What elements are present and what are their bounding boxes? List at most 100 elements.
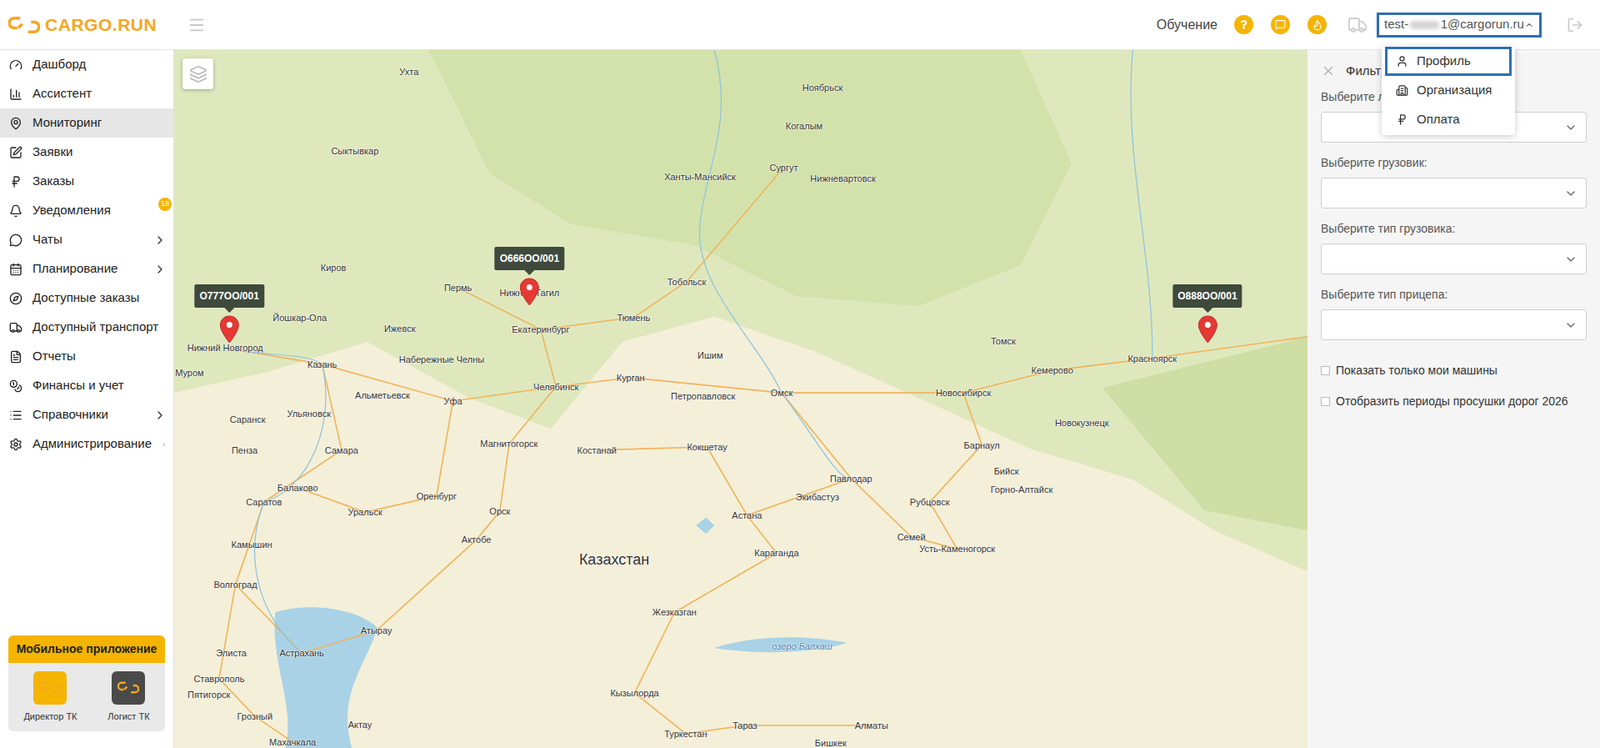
filter-select[interactable] (1320, 243, 1587, 275)
app-icon (33, 670, 67, 705)
plate-pointer (224, 307, 235, 313)
logo-text: CARGO.RUN (45, 11, 157, 39)
user-menu-item[interactable]: Оплата (1385, 105, 1512, 135)
map-label: Нижневартовск (810, 171, 875, 186)
user-menu-item[interactable]: Организация (1385, 75, 1512, 105)
sidebar-item[interactable]: Ассистент (0, 79, 174, 109)
sidebar-item[interactable]: Доступные заказы (0, 283, 174, 313)
logo-icon (8, 15, 40, 35)
mobile-app-card: Мобильное приложение Директор ТК Логист ТК (8, 635, 165, 732)
vehicle-plate: О777ОО/001 (194, 284, 264, 308)
sidebar-item[interactable]: Уведомления18 (0, 195, 174, 225)
chevron-down-icon (1564, 186, 1578, 200)
plate-pointer (524, 270, 535, 275)
map-label: Костанай (577, 442, 617, 457)
email-redacted (1410, 20, 1439, 30)
chat-button[interactable] (1270, 15, 1290, 35)
user-email-end: 1@cargorun.ru (1440, 15, 1525, 35)
map-label: Пенза (231, 442, 258, 457)
filter-checkbox[interactable]: Отобразить периоды просушки дорог 2026 (1320, 392, 1587, 410)
sidebar-item[interactable]: Планирование (0, 254, 174, 284)
checkbox-box (1320, 365, 1330, 375)
vehicle-marker[interactable]: О666ОО/001 (495, 246, 565, 306)
map-label: Ханты-Мансийск (664, 169, 736, 184)
sidebar-item[interactable]: Доступный транспорт (0, 312, 174, 342)
sidebar-item[interactable]: Мониторинг (0, 108, 174, 138)
map-label: Тюмень (616, 310, 650, 325)
mobile-app-title: Мобильное приложение (8, 635, 165, 663)
truck-icon[interactable] (1346, 15, 1369, 35)
map-label: Алматы (855, 718, 889, 733)
vehicle-marker[interactable]: О777ОО/001 (194, 284, 264, 344)
sidebar-item-icon (9, 204, 23, 218)
mobile-app[interactable]: Логист ТК (107, 670, 150, 724)
user-menu-item[interactable]: Профиль (1385, 46, 1512, 76)
map-label: Астана (731, 508, 762, 523)
help-button[interactable] (1234, 15, 1254, 35)
map-label: Саранск (230, 412, 266, 427)
sidebar-item-icon (9, 145, 23, 160)
filter-label: Выберите тип прицепа: (1320, 285, 1587, 304)
chevron-right-icon (161, 437, 167, 451)
map-label: Уфа (443, 394, 462, 409)
map-label: Муром (175, 365, 204, 380)
map-label: Оренбург (416, 489, 457, 504)
map-label: Ульяновск (286, 405, 331, 420)
chevron-down-icon (1564, 318, 1578, 332)
sidebar-item-icon (9, 291, 23, 305)
menu-item-icon (1395, 113, 1409, 126)
map-label: Горно-Алтайск (990, 482, 1054, 497)
sidebar-item[interactable]: Чаты (0, 225, 174, 255)
sidebar-item-icon (9, 233, 23, 247)
sidebar-item[interactable]: Дашборд (0, 50, 174, 80)
sidebar-item[interactable]: Справочники (0, 400, 174, 430)
mobile-app[interactable]: Директор ТК (23, 670, 77, 724)
map-label: Петропавловск (670, 389, 735, 404)
map-label: Барнаул (964, 437, 1000, 452)
map-label: Нижний Новгород (187, 340, 264, 355)
map-label: Набережные Челны (399, 352, 485, 367)
news-button[interactable] (1307, 15, 1327, 35)
chevron-down-icon (1564, 252, 1578, 266)
header: CARGO.RUNОбучениеtest-1@cargorun.ruПрофи… (0, 0, 1600, 50)
map-label: Бишкек (815, 735, 847, 748)
map-label: Сургут (769, 160, 798, 175)
map-label: Балаково (277, 480, 319, 495)
filter-checkbox[interactable]: Показать только мои машины (1320, 361, 1587, 380)
map-label: Караганда (754, 545, 799, 560)
map-label: Когалым (785, 118, 823, 133)
map-label: Екатеринбург (511, 322, 570, 337)
map-label: Уральск (348, 505, 383, 520)
map-label: Йошкар-Ола (272, 310, 327, 325)
sidebar-item[interactable]: Финансы и учет (0, 370, 174, 400)
filter-label: Выберите тип грузовика: (1320, 220, 1587, 238)
close-icon[interactable] (1320, 63, 1336, 79)
user-button[interactable]: test-1@cargorun.ru (1376, 12, 1542, 38)
layers-button[interactable] (182, 58, 214, 90)
sidebar-item[interactable]: Администрирование (0, 429, 174, 459)
map-label: Казахстан (579, 547, 650, 570)
map-label: Магнитогорск (480, 436, 538, 451)
training-link[interactable]: Обучение (1156, 15, 1218, 35)
logo-icon (117, 680, 140, 695)
hamburger-icon[interactable] (187, 15, 206, 35)
filter-select[interactable] (1320, 309, 1587, 340)
map-label: Ижевск (384, 321, 415, 336)
sidebar-item[interactable]: Заявки (0, 137, 174, 167)
map[interactable]: УхтаНоябрьскКогалымСыктывкарХанты-Мансий… (174, 50, 1308, 748)
map-label: Туркестан (664, 726, 707, 741)
logo[interactable]: CARGO.RUN (0, 11, 175, 39)
map-label: Экибастуз (795, 490, 840, 505)
logout-icon[interactable] (1566, 16, 1584, 34)
map-label: Рубцовск (910, 495, 950, 510)
question-icon (1239, 20, 1249, 30)
filter-select[interactable] (1320, 177, 1587, 209)
chevron-up-icon (1524, 19, 1535, 31)
menu-item-icon (1395, 55, 1409, 68)
filter-field: Выберите тип прицепа: (1320, 285, 1587, 340)
vehicle-marker[interactable]: О888ОО/001 (1172, 284, 1242, 344)
sidebar-item[interactable]: Заказы (0, 166, 174, 196)
sidebar-item[interactable]: Отчеты (0, 341, 174, 371)
logo-icon (39, 680, 61, 695)
map-label: Атырау (360, 623, 393, 638)
